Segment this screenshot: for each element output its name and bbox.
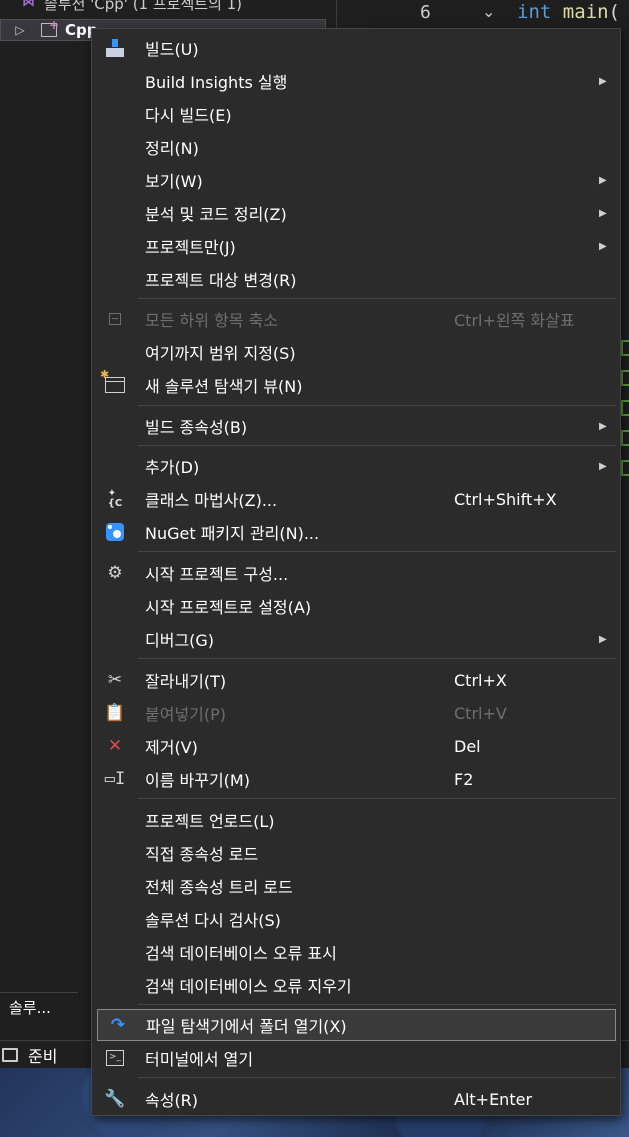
menu-item-new-explorer-view[interactable]: 새 솔루션 탐색기 뷰(N) <box>95 368 617 401</box>
menu-item-rename[interactable]: ▭I 이름 바꾸기(M) F2 <box>95 763 617 795</box>
shortcut-text: Ctrl+V <box>454 703 507 723</box>
menu-separator <box>138 658 616 659</box>
submenu-arrow-icon: ▶ <box>599 240 607 252</box>
menu-item-open-in-file-explorer[interactable]: ↷ 파일 탐색기에서 폴더 열기(X) <box>97 1009 616 1041</box>
menu-item-add[interactable]: 추가(D) ▶ <box>95 450 617 482</box>
menu-separator <box>138 405 616 406</box>
menu-item-clean[interactable]: 정리(N) <box>95 131 617 163</box>
wrench-icon: 🔧 <box>104 1089 126 1109</box>
collapse-icon <box>104 308 126 330</box>
menu-item-rescan-solution[interactable]: 솔루션 다시 검사(S) <box>95 903 617 935</box>
tree-item-solution[interactable]: ⋈ 솔루션 'Cpp' (1 프로젝트의 1) <box>22 0 242 14</box>
menu-item-class-wizard[interactable]: ✦ {C 클래스 마법사(Z)... Ctrl+Shift+X <box>95 483 617 515</box>
submenu-arrow-icon: ▶ <box>599 460 607 472</box>
submenu-arrow-icon: ▶ <box>599 174 607 186</box>
build-icon <box>104 37 126 59</box>
menu-item-build-insights[interactable]: Build Insights 실행 ▶ <box>95 65 617 97</box>
menu-item-remove[interactable]: ✕ 제거(V) Del <box>95 730 617 762</box>
terminal-icon: >_ <box>104 1047 126 1069</box>
visual-studio-icon: ⋈ <box>22 0 35 10</box>
menu-item-cut[interactable]: ✂ 잘라내기(T) Ctrl+X <box>95 664 617 696</box>
menu-item-show-db-errors[interactable]: 검색 데이터베이스 오류 표시 <box>95 936 617 968</box>
open-folder-icon: ↷ <box>110 1015 126 1035</box>
menu-item-build[interactable]: 빌드(U) <box>95 32 617 64</box>
menu-item-load-direct-deps[interactable]: 직접 종속성 로드 <box>95 837 617 869</box>
change-marker <box>621 460 629 476</box>
menu-item-manage-nuget[interactable]: NuGet 패키지 관리(N)... <box>95 516 617 548</box>
menu-item-collapse-all[interactable]: 모든 하위 항목 축소 Ctrl+왼쪽 화살표 <box>95 303 617 335</box>
menu-item-analyze-cleanup[interactable]: 분석 및 코드 정리(Z) ▶ <box>95 197 617 229</box>
code-punct: ( <box>608 1 620 23</box>
change-marker <box>621 430 629 446</box>
menu-separator <box>138 1077 616 1078</box>
rename-icon: ▭I <box>104 769 126 789</box>
menu-item-clear-db-errors[interactable]: 검색 데이터베이스 오류 지우기 <box>95 969 617 1001</box>
menu-item-view[interactable]: 보기(W) ▶ <box>95 164 617 196</box>
menu-item-retarget-project[interactable]: 프로젝트 대상 변경(R) <box>95 263 617 295</box>
shortcut-text: Del <box>454 736 481 756</box>
shortcut-text: Ctrl+왼쪽 화살표 <box>454 311 575 330</box>
new-view-icon <box>100 368 126 396</box>
change-marker <box>621 370 629 386</box>
tab-solution-explorer[interactable]: 솔루... <box>0 992 78 1022</box>
paste-icon: 📋 <box>104 703 126 723</box>
status-text: 준비 <box>28 1047 58 1066</box>
shortcut-text: Ctrl+Shift+X <box>454 489 557 509</box>
menu-item-set-startup[interactable]: 시작 프로젝트로 설정(A) <box>95 590 617 622</box>
menu-item-configure-startup[interactable]: ⚙ 시작 프로젝트 구성... <box>95 557 617 589</box>
menu-item-open-in-terminal[interactable]: >_ 터미널에서 열기 <box>95 1042 617 1074</box>
submenu-arrow-icon: ▶ <box>599 207 607 219</box>
submenu-arrow-icon: ▶ <box>599 633 607 645</box>
cpp-project-icon <box>41 18 59 37</box>
submenu-arrow-icon: ▶ <box>599 75 607 87</box>
menu-item-load-dep-tree[interactable]: 전체 종속성 트리 로드 <box>95 870 617 902</box>
menu-separator <box>138 551 616 552</box>
chevron-right-icon[interactable]: ▷ <box>11 23 29 37</box>
menu-item-scope-to-this[interactable]: 여기까지 범위 지정(S) <box>95 336 617 368</box>
code-line: int main( <box>517 1 620 23</box>
menu-separator <box>138 298 616 299</box>
solution-label: 솔루션 'Cpp' (1 프로젝트의 1) <box>44 0 243 13</box>
fold-chevron-icon[interactable]: ⌄ <box>482 2 495 21</box>
gear-icon: ⚙ <box>107 563 123 583</box>
class-wizard-icon: ✦ {C <box>107 488 123 509</box>
context-menu: 빌드(U) Build Insights 실행 ▶ 다시 빌드(E) 정리(N)… <box>91 28 621 1116</box>
menu-item-properties[interactable]: 🔧 속성(R) Alt+Enter <box>95 1083 617 1115</box>
shortcut-text: F2 <box>454 769 474 789</box>
menu-separator <box>138 798 616 799</box>
code-keyword: int <box>517 1 552 23</box>
change-marker <box>621 340 629 356</box>
menu-item-project-only[interactable]: 프로젝트만(J) ▶ <box>95 230 617 262</box>
change-marker <box>621 400 629 416</box>
shortcut-text: Alt+Enter <box>454 1089 533 1109</box>
status-icon <box>2 1048 18 1062</box>
menu-item-rebuild[interactable]: 다시 빌드(E) <box>95 98 617 130</box>
nuget-icon <box>104 521 126 543</box>
shortcut-text: Ctrl+X <box>454 670 507 690</box>
line-number: 6 <box>420 2 431 23</box>
cut-icon: ✂ <box>107 670 123 690</box>
code-function: main <box>562 1 609 23</box>
menu-separator <box>138 445 616 446</box>
menu-separator <box>138 1004 616 1005</box>
menu-item-paste[interactable]: 📋 붙여넣기(P) Ctrl+V <box>95 697 617 729</box>
submenu-arrow-icon: ▶ <box>599 420 607 432</box>
menu-item-build-dependencies[interactable]: 빌드 종속성(B) ▶ <box>95 410 617 442</box>
menu-item-unload-project[interactable]: 프로젝트 언로드(L) <box>95 804 617 836</box>
delete-icon: ✕ <box>107 736 123 756</box>
menu-item-debug[interactable]: 디버그(G) ▶ <box>95 623 617 655</box>
